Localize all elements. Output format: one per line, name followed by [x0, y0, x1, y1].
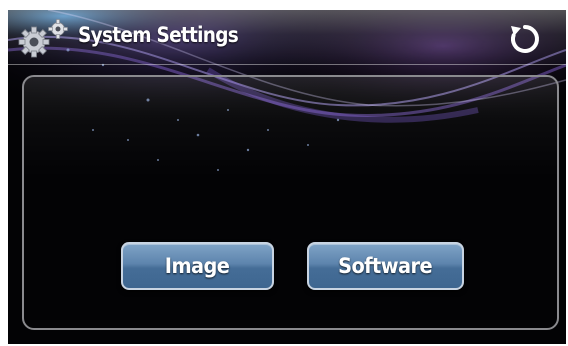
- gears-icon: [18, 19, 68, 58]
- refresh-icon[interactable]: [508, 22, 542, 56]
- settings-panel: [22, 75, 559, 330]
- title-bar: System Settings: [8, 10, 566, 65]
- page-title: System Settings: [78, 23, 239, 47]
- software-button[interactable]: Software: [307, 242, 464, 290]
- image-button-label: Image: [165, 254, 230, 278]
- software-button-label: Software: [338, 254, 433, 278]
- settings-screen: System Settings Image Software: [8, 10, 566, 344]
- image-button[interactable]: Image: [121, 242, 274, 290]
